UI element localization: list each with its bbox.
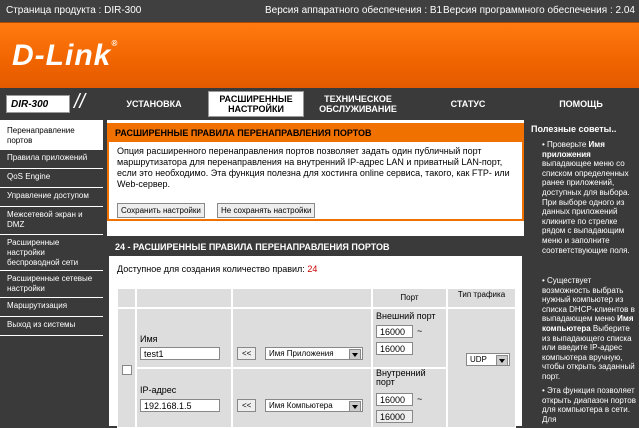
external-port-end[interactable]: 16000 <box>376 342 413 355</box>
intro-description: Опция расширенного перенаправления порто… <box>117 146 510 189</box>
tab-setup[interactable]: УСТАНОВКА <box>104 91 204 117</box>
rule-enable-checkbox[interactable] <box>122 365 132 375</box>
computer-name-select[interactable]: Имя Компьютера <box>265 399 363 412</box>
sidebar-item-logout[interactable]: Выход из системы <box>0 317 103 336</box>
main-nav: DIR-300 // УСТАНОВКА РАСШИРЕННЫЕ НАСТРОЙ… <box>0 88 639 120</box>
brand-banner: D-Link® <box>0 22 639 89</box>
tab-help[interactable]: ПОМОЩЬ <box>528 91 634 117</box>
ip-address-label: IP-адрес <box>140 385 177 395</box>
model-badge: DIR-300 <box>6 95 70 113</box>
tab-advanced[interactable]: РАСШИРЕННЫЕ НАСТРОЙКИ <box>208 91 304 117</box>
dont-save-button[interactable]: Не сохранять настройки <box>217 203 316 218</box>
main-content: РАСШИРЕННЫЕ ПРАВИЛА ПЕРЕНАПРАВЛЕНИЯ ПОРТ… <box>107 120 524 428</box>
hints-panel: Полезные советы.. • Проверьте Имя прилож… <box>528 120 639 426</box>
hardware-version-label: Версия аппаратного обеспечения : B1 <box>265 5 443 16</box>
computer-copy-button[interactable]: << <box>237 399 257 412</box>
chevron-down-icon <box>349 401 361 412</box>
sidebar-item-network-advanced[interactable]: Расширенные сетевые настройки <box>0 271 103 298</box>
tab-status[interactable]: СТАТУС <box>414 91 522 117</box>
sidebar-item-access-control[interactable]: Управление доступом <box>0 188 103 207</box>
name-label: Имя <box>140 334 158 344</box>
rules-title: 24 - РАСШИРЕННЫЕ ПРАВИЛА ПЕРЕНАПРАВЛЕНИЯ… <box>109 238 522 256</box>
sidebar-item-wireless-advanced[interactable]: Расширенные настройки беспроводной сети <box>0 235 103 271</box>
rules-table: Порт Тип трафика Имя test1 IP-адрес 192.… <box>117 288 516 428</box>
sidebar-filler <box>0 336 103 426</box>
firmware-version-label: Версия программного обеспечения : 2.04 <box>443 5 635 16</box>
sidebar-item-firewall[interactable]: Межсетевой экран и DMZ <box>0 207 103 235</box>
intro-title: РАСШИРЕННЫЕ ПРАВИЛА ПЕРЕНАПРАВЛЕНИЯ ПОРТ… <box>109 125 522 142</box>
sidebar-item-port-forwarding[interactable]: Перенаправление портов <box>0 123 103 150</box>
chevron-down-icon <box>349 349 361 360</box>
app-copy-button[interactable]: << <box>237 347 257 360</box>
app-name-select[interactable]: Имя Приложения <box>265 347 363 360</box>
tab-maintenance[interactable]: ТЕХНИЧЕСКОЕ ОБСЛУЖИВАНИЕ <box>306 91 410 117</box>
save-button[interactable]: Сохранить настройки <box>117 203 205 218</box>
internal-port-end: 16000 <box>376 410 413 423</box>
internal-port-label: Внутренний порт <box>376 368 426 387</box>
chevron-down-icon <box>496 355 508 366</box>
internal-port-start[interactable]: 16000 <box>376 393 413 406</box>
external-port-label: Внешний порт <box>376 311 436 321</box>
sidebar-item-app-rules[interactable]: Правила приложений <box>0 150 103 169</box>
hint-port-range: • Эта функция позволяет открыть диапазон… <box>542 386 636 424</box>
external-port-start[interactable]: 16000 <box>376 325 413 338</box>
sidebar: Перенаправление портов Правила приложени… <box>0 120 103 426</box>
available-rules: Доступное для создания количество правил… <box>117 264 318 274</box>
sidebar-item-routing[interactable]: Маршрутизация <box>0 298 103 317</box>
name-input[interactable]: test1 <box>140 347 220 360</box>
product-page-label: Страница продукта : DIR-300 <box>6 5 142 16</box>
top-info-bar: Страница продукта : DIR-300 Версия аппар… <box>0 0 639 22</box>
divider-slashes: // <box>74 91 86 113</box>
col-port: Порт <box>372 288 447 308</box>
hint-computer-name: • Существует возможность выбрать нужный … <box>542 276 635 381</box>
hints-title: Полезные советы.. <box>531 124 617 134</box>
hint-app-name: • Проверьте Имя приложения выпадающее ме… <box>542 140 630 255</box>
col-traffic-type: Тип трафика <box>447 288 516 308</box>
protocol-select[interactable]: UDP <box>466 353 510 366</box>
dlink-logo: D-Link® <box>12 39 119 72</box>
ip-address-input[interactable]: 192.168.1.5 <box>140 399 220 412</box>
range-separator: ~ <box>417 394 423 404</box>
range-separator: ~ <box>417 326 423 336</box>
available-rules-count: 24 <box>307 264 318 274</box>
rules-panel: 24 - РАСШИРЕННЫЕ ПРАВИЛА ПЕРЕНАПРАВЛЕНИЯ… <box>107 236 524 428</box>
intro-panel: РАСШИРЕННЫЕ ПРАВИЛА ПЕРЕНАПРАВЛЕНИЯ ПОРТ… <box>107 123 524 221</box>
sidebar-item-qos[interactable]: QoS Engine <box>0 169 103 188</box>
